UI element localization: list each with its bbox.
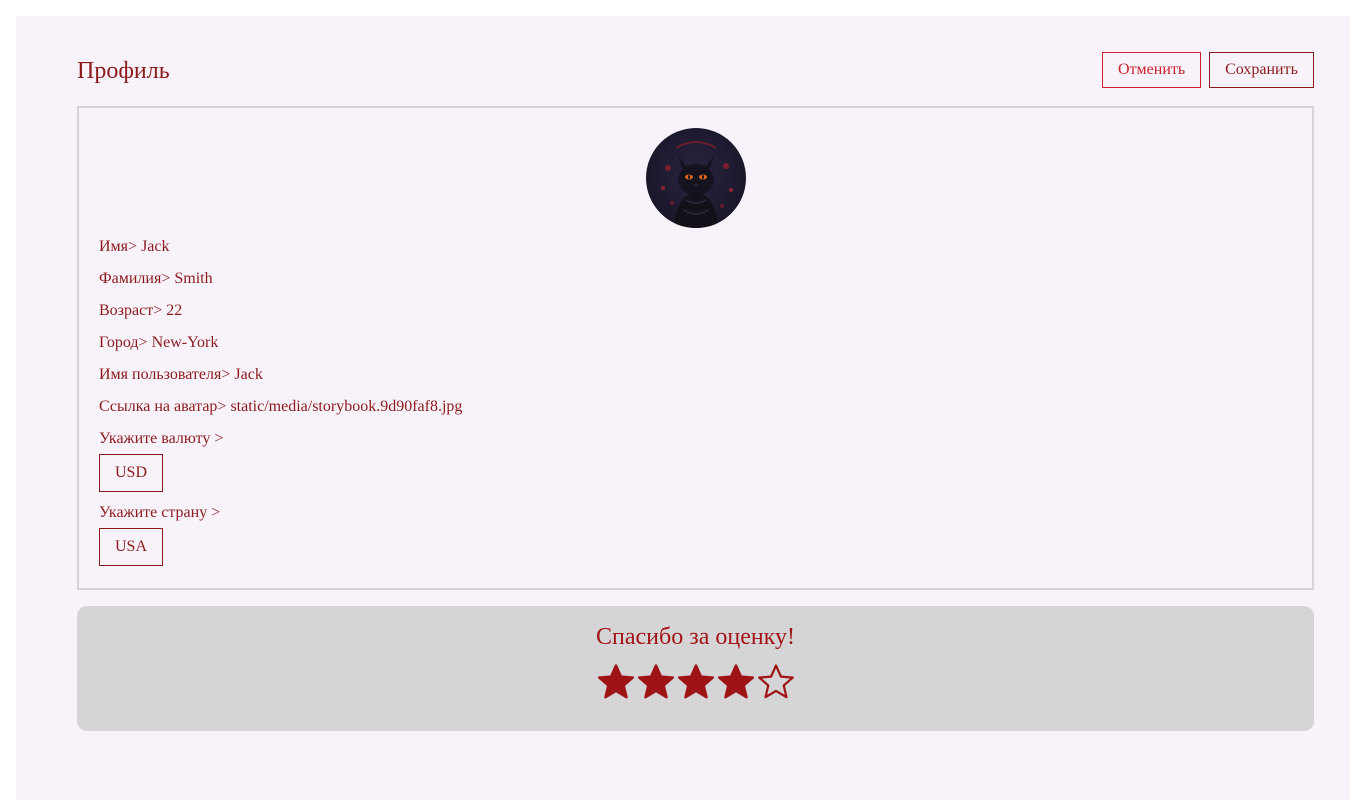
field-username: Имя пользователя> Jack [99, 364, 1199, 396]
field-separator: > [161, 270, 171, 287]
currency-select[interactable]: USD [99, 454, 164, 492]
star-outline-icon[interactable] [756, 661, 796, 703]
field-value[interactable]: Jack [141, 238, 169, 255]
profile-header: Профиль Отменить Сохранить [77, 52, 1314, 90]
field-label: Имя пользователя [99, 366, 222, 383]
field-value[interactable]: Jack [234, 366, 262, 383]
field-value[interactable]: 22 [166, 302, 182, 319]
field-first-name: Имя> Jack [99, 236, 1199, 268]
field-city: Город> New-York [99, 332, 1199, 364]
field-value[interactable]: static/media/storybook.9d90faf8.jpg [230, 398, 462, 415]
field-age: Возраст> 22 [99, 300, 1199, 332]
profile-page: Профиль Отменить Сохранить Имя> Jack Фам… [16, 16, 1350, 800]
field-label: Фамилия [99, 270, 162, 287]
field-separator: > [153, 302, 163, 319]
field-last-name: Фамилия> Smith [99, 268, 1199, 300]
field-value[interactable]: New-York [152, 334, 219, 351]
rating-title: Спасибо за оценку! [596, 624, 795, 650]
field-label: Город [99, 334, 139, 351]
field-avatar-link: Ссылка на аватар> static/media/storybook.… [99, 396, 1199, 428]
profile-card: Имя> Jack Фамилия> Smith Возраст> 22 Город>… [77, 106, 1314, 590]
field-separator: > [221, 366, 231, 383]
profile-fields: Имя> Jack Фамилия> Smith Возраст> 22 Город>… [99, 236, 1199, 576]
field-label: Возраст [99, 302, 154, 319]
star-filled-icon[interactable] [636, 661, 676, 703]
save-button[interactable]: Сохранить [1209, 52, 1314, 88]
cat-avatar-image [661, 141, 733, 228]
field-label: Ссылка на аватар [99, 398, 218, 415]
field-label: Имя [99, 238, 129, 255]
country-select-wrap: USA [99, 528, 1199, 576]
star-filled-icon[interactable] [676, 661, 716, 703]
currency-select-wrap: USD [99, 454, 1199, 502]
field-value[interactable]: Smith [174, 270, 212, 287]
avatar [646, 128, 746, 228]
country-select[interactable]: USA [99, 528, 164, 566]
currency-label: Укажите валюту > [99, 430, 224, 447]
star-filled-icon[interactable] [596, 661, 636, 703]
field-separator: > [128, 238, 138, 255]
country-label: Укажите страну > [99, 504, 221, 521]
cancel-button[interactable]: Отменить [1102, 52, 1201, 88]
field-separator: > [217, 398, 227, 415]
rating-panel: Спасибо за оценку! [77, 606, 1314, 731]
rating-stars [596, 661, 796, 703]
field-separator: > [138, 334, 148, 351]
star-filled-icon[interactable] [716, 661, 756, 703]
page-title: Профиль [77, 58, 170, 84]
